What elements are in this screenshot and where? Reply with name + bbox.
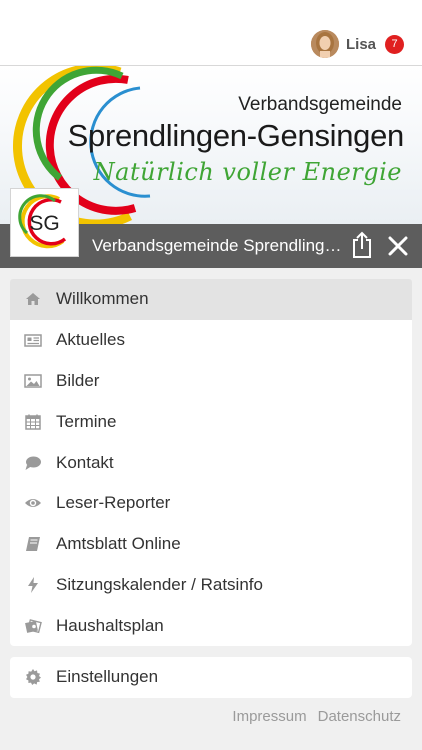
- menu-item-label: Kontakt: [56, 452, 114, 472]
- calendar-icon: [25, 414, 41, 430]
- menu-item-label: Willkommen: [56, 289, 149, 309]
- user-name[interactable]: Lisa: [346, 36, 376, 53]
- user-menu[interactable]: Lisa 7: [310, 30, 404, 58]
- share-button[interactable]: [349, 231, 375, 259]
- share-icon: [353, 231, 371, 258]
- menu-item-leser-reporter[interactable]: Leser-Reporter: [10, 483, 412, 524]
- menu-item-kontakt[interactable]: Kontakt: [10, 442, 412, 483]
- banner-line1: Verbandsgemeinde: [238, 94, 402, 115]
- menu-item-label: Einstellungen: [56, 667, 159, 687]
- close-button[interactable]: [386, 234, 410, 258]
- chat-bubble-icon: [25, 456, 41, 470]
- menu-item-einstellungen[interactable]: Einstellungen: [10, 657, 412, 698]
- footer-links: Impressum Datenschutz: [232, 708, 401, 725]
- money-icon: [25, 618, 42, 633]
- menu-item-label: Termine: [56, 411, 117, 431]
- menu-item-haushaltsplan[interactable]: Haushaltsplan: [10, 605, 412, 646]
- menu-item-label: Haushaltsplan: [56, 615, 164, 635]
- logo-text: SG: [29, 212, 59, 235]
- menu-item-sitzungskalender[interactable]: Sitzungskalender / Ratsinfo: [10, 565, 412, 606]
- menu-item-amtsblatt-online[interactable]: Amtsblatt Online: [10, 524, 412, 565]
- impressum-link[interactable]: Impressum: [232, 708, 306, 725]
- lightning-icon: [28, 576, 38, 593]
- menu-item-label: Bilder: [56, 370, 100, 390]
- settings-menu: Einstellungen: [10, 657, 412, 698]
- book-icon: [26, 537, 40, 552]
- home-icon: [26, 293, 40, 306]
- avatar[interactable]: [310, 30, 339, 58]
- menu-item-label: Sitzungskalender / Ratsinfo: [56, 574, 263, 594]
- close-icon: [388, 236, 408, 256]
- menu-item-aktuelles[interactable]: Aktuelles: [10, 320, 412, 361]
- menu-item-label: Leser-Reporter: [56, 493, 171, 513]
- menu-item-willkommen[interactable]: Willkommen: [10, 279, 412, 320]
- datenschutz-link[interactable]: Datenschutz: [318, 708, 401, 725]
- menu-item-bilder[interactable]: Bilder: [10, 361, 412, 402]
- banner-slogan: Natürlich voller Energie: [93, 158, 402, 186]
- eye-icon: [25, 499, 41, 508]
- menu-item-label: Amtsblatt Online: [56, 534, 181, 554]
- app-logo: SG: [10, 188, 79, 257]
- image-icon: [24, 374, 42, 388]
- newspaper-icon: [24, 334, 42, 347]
- top-bar: Lisa 7: [0, 0, 422, 66]
- main-menu: Willkommen Aktuelles Bilder Termine Kont…: [10, 279, 412, 647]
- gear-icon: [26, 669, 41, 686]
- notification-badge[interactable]: 7: [385, 34, 404, 54]
- menu-item-label: Aktuelles: [56, 330, 125, 350]
- page-title: Verbandsgemeinde Sprendlingen-Gensingen: [92, 236, 342, 255]
- banner-title: Sprendlingen-Gensingen: [67, 118, 405, 153]
- menu-item-termine[interactable]: Termine: [10, 401, 412, 442]
